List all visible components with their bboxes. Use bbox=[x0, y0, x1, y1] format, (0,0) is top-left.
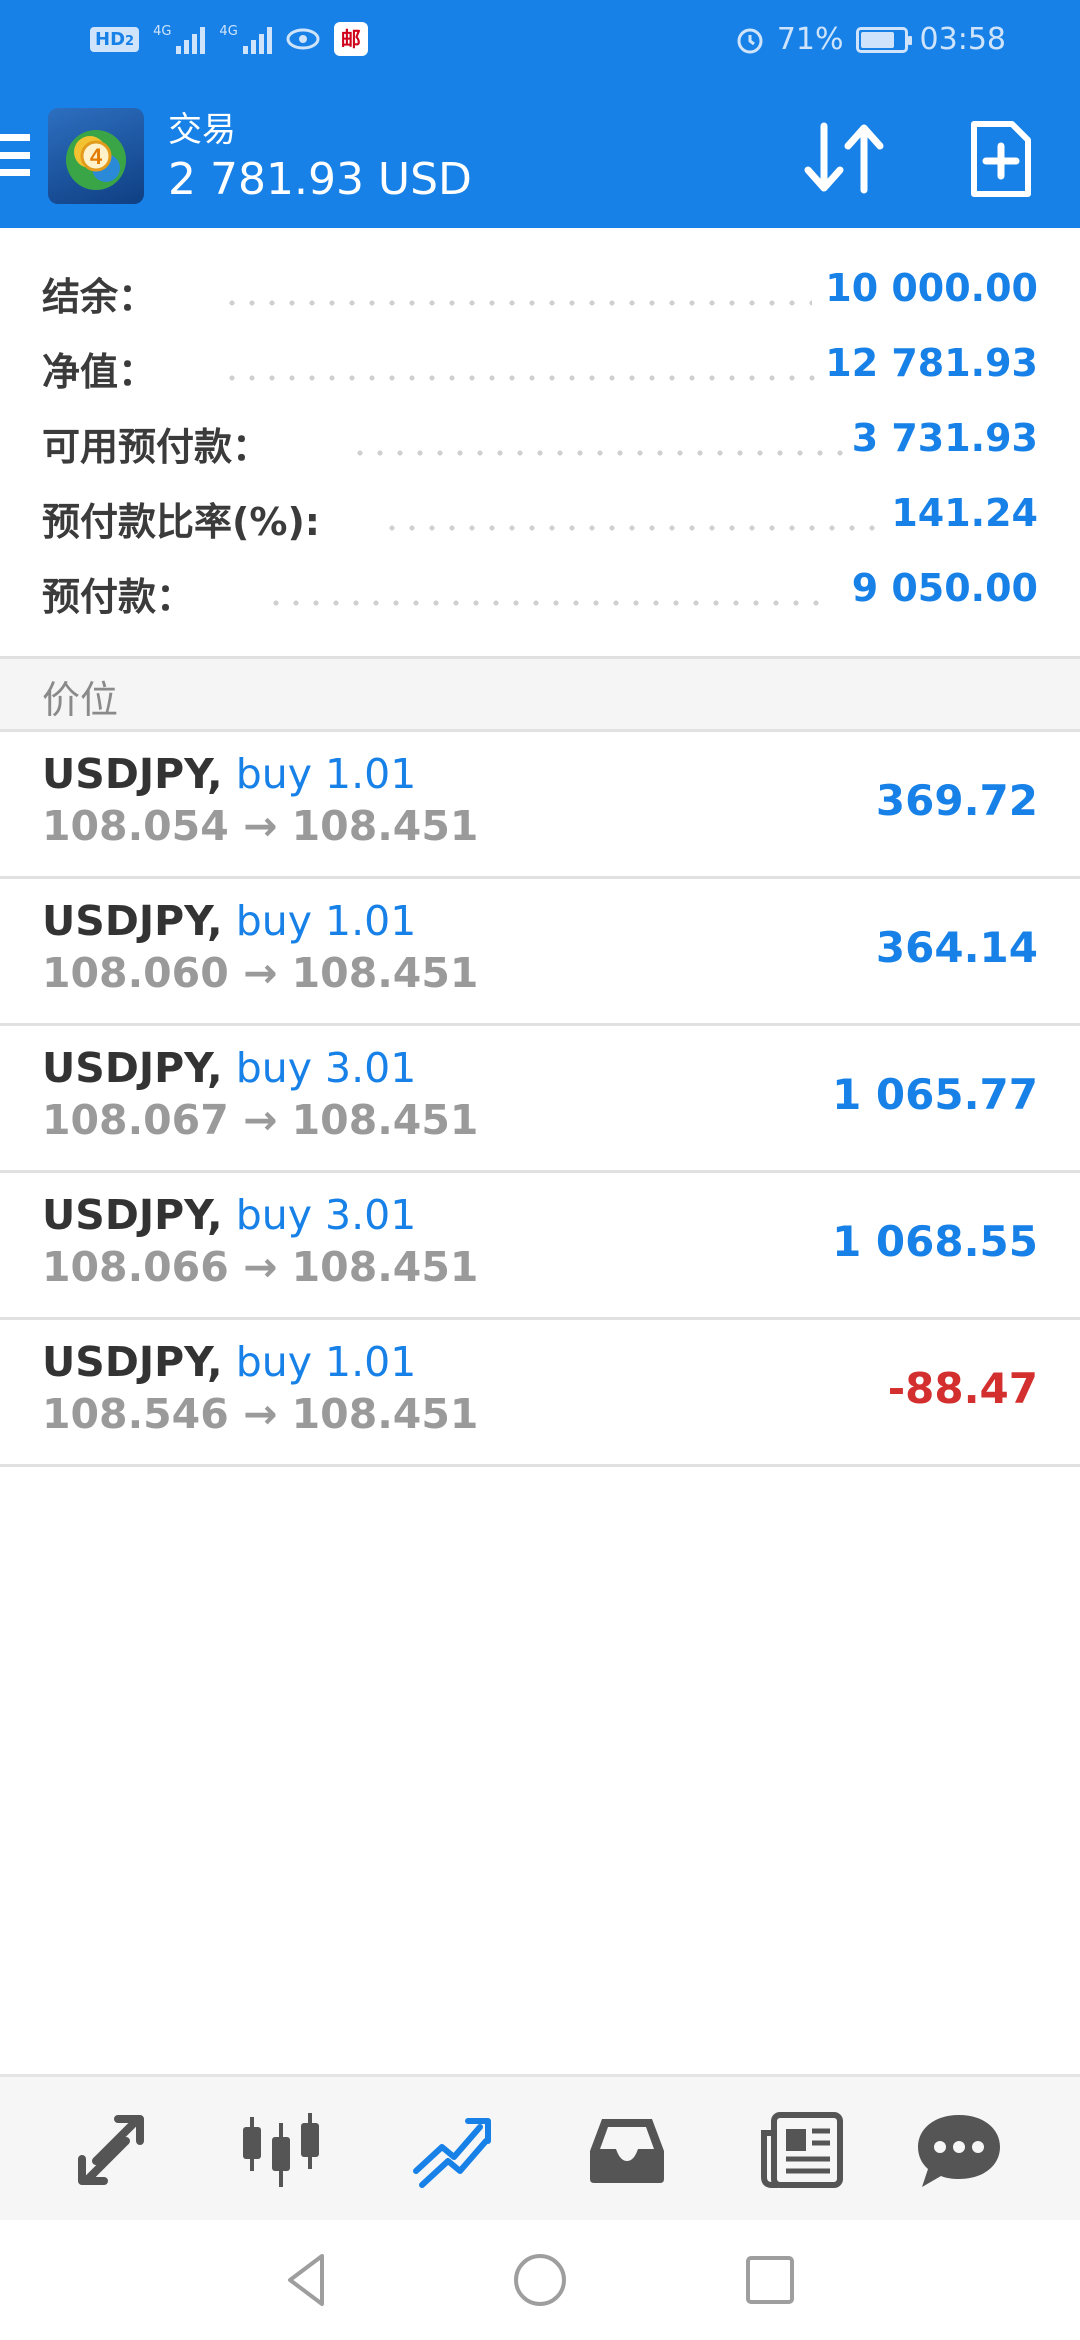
position-type: buy 1.01 bbox=[235, 897, 417, 945]
position-prices: 108.546 → 108.451 bbox=[42, 1390, 479, 1438]
summary-row-equity: 净值： 12 781.93 bbox=[0, 331, 1080, 406]
back-triangle-icon bbox=[288, 2254, 324, 2306]
home-circle-icon bbox=[514, 2254, 566, 2306]
dotted-leader bbox=[222, 300, 812, 306]
position-type: buy 1.01 bbox=[235, 750, 417, 798]
sort-arrows-icon bbox=[804, 122, 884, 194]
mail-app-badge: 邮 bbox=[333, 22, 368, 56]
dotted-leader bbox=[350, 450, 850, 456]
mt4-logo: 4 bbox=[48, 108, 144, 204]
candlestick-chart-icon bbox=[243, 2113, 319, 2187]
positions-list: USDJPY, buy 1.01 108.054 → 108.451 369.7… bbox=[0, 732, 1080, 1467]
status-right: 71% 03:58 bbox=[735, 22, 1006, 57]
summary-row-free-margin: 可用预付款： 3 731.93 bbox=[0, 406, 1080, 481]
position-prices: 108.060 → 108.451 bbox=[42, 949, 479, 997]
position-symbol: USDJPY, bbox=[42, 750, 223, 798]
nav-news[interactable] bbox=[756, 2107, 846, 2193]
signal-icon: 4G bbox=[219, 24, 272, 54]
position-header: USDJPY, buy 3.01 bbox=[42, 1191, 416, 1239]
position-type: buy 1.01 bbox=[235, 1338, 417, 1386]
inbox-icon bbox=[590, 2119, 664, 2183]
app-toolbar: 4 交易 2 781.93 USD bbox=[0, 84, 1080, 228]
trade-trend-icon bbox=[413, 2118, 491, 2188]
nav-chart[interactable] bbox=[236, 2107, 326, 2193]
summary-value: 141.24 bbox=[891, 491, 1038, 535]
summary-label: 结余： bbox=[42, 275, 157, 319]
account-summary: 结余： 10 000.00 净值： 12 781.93 可用预付款： 3 731… bbox=[0, 256, 1080, 631]
position-symbol: USDJPY, bbox=[42, 1044, 223, 1092]
summary-value: 3 731.93 bbox=[851, 416, 1038, 460]
position-profit: 1 068.55 bbox=[832, 1217, 1038, 1266]
system-nav-bar bbox=[0, 2220, 1080, 2340]
signal-tag: 4G bbox=[153, 24, 172, 39]
summary-label: 净值： bbox=[42, 350, 157, 394]
position-profit: 364.14 bbox=[875, 923, 1038, 972]
summary-value: 12 781.93 bbox=[825, 341, 1038, 385]
position-row[interactable]: USDJPY, buy 1.01 108.546 → 108.451 -88.4… bbox=[0, 1320, 1080, 1467]
recents-square-icon bbox=[746, 2256, 794, 2304]
battery-percent: 71% bbox=[776, 22, 844, 57]
nav-history[interactable] bbox=[582, 2107, 672, 2193]
nav-chat[interactable] bbox=[914, 2107, 1004, 2193]
position-type: buy 3.01 bbox=[235, 1044, 417, 1092]
dotted-leader bbox=[266, 600, 826, 606]
position-header: USDJPY, buy 3.01 bbox=[42, 1044, 416, 1092]
clock: 03:58 bbox=[919, 22, 1006, 57]
battery-level bbox=[860, 31, 894, 48]
position-header: USDJPY, buy 1.01 bbox=[42, 897, 416, 945]
position-row[interactable]: USDJPY, buy 1.01 108.060 → 108.451 364.1… bbox=[0, 879, 1080, 1026]
news-icon bbox=[761, 2112, 843, 2188]
position-symbol: USDJPY, bbox=[42, 1338, 223, 1386]
nav-trade[interactable] bbox=[408, 2107, 498, 2193]
recents-button[interactable] bbox=[740, 2250, 800, 2310]
back-button[interactable] bbox=[278, 2250, 338, 2310]
summary-row-margin: 预付款： 9 050.00 bbox=[0, 556, 1080, 631]
account-balance: 2 781.93 USD bbox=[168, 154, 472, 205]
battery-icon bbox=[855, 26, 912, 53]
positions-section-header: 价位 bbox=[0, 656, 1080, 732]
position-prices: 108.067 → 108.451 bbox=[42, 1096, 479, 1144]
svg-text:4: 4 bbox=[90, 144, 103, 169]
eye-icon bbox=[286, 28, 320, 50]
position-prices: 108.066 → 108.451 bbox=[42, 1243, 479, 1291]
new-order-button[interactable] bbox=[968, 120, 1034, 198]
position-symbol: USDJPY, bbox=[42, 1191, 223, 1239]
status-bar: HD2 4G 4G 邮 71% 03:58 bbox=[0, 0, 1080, 84]
summary-label: 预付款： bbox=[42, 575, 195, 619]
section-title: 价位 bbox=[42, 678, 119, 722]
position-header: USDJPY, buy 1.01 bbox=[42, 1338, 416, 1386]
home-button[interactable] bbox=[510, 2250, 570, 2310]
alarm-icon bbox=[737, 28, 763, 53]
nav-quotes[interactable] bbox=[66, 2107, 156, 2193]
position-profit: 1 065.77 bbox=[832, 1070, 1038, 1119]
quotes-arrows-icon bbox=[78, 2115, 144, 2185]
menu-icon[interactable] bbox=[0, 134, 30, 176]
summary-row-balance: 结余： 10 000.00 bbox=[0, 256, 1080, 331]
position-prices: 108.054 → 108.451 bbox=[42, 802, 479, 850]
position-profit: -88.47 bbox=[887, 1364, 1038, 1413]
summary-label: 预付款比率(%): bbox=[42, 500, 321, 544]
position-profit: 369.72 bbox=[875, 776, 1038, 825]
hd-badge: HD2 bbox=[90, 26, 140, 52]
sort-button[interactable] bbox=[796, 120, 892, 196]
position-header: USDJPY, buy 1.01 bbox=[42, 750, 416, 798]
add-document-icon bbox=[971, 121, 1031, 197]
dotted-leader bbox=[222, 375, 818, 381]
signal-icon: 4G bbox=[153, 24, 206, 54]
position-symbol: USDJPY, bbox=[42, 897, 223, 945]
summary-row-margin-level: 预付款比率(%): 141.24 bbox=[0, 481, 1080, 556]
position-type: buy 3.01 bbox=[235, 1191, 417, 1239]
dotted-leader bbox=[382, 525, 882, 531]
position-row[interactable]: USDJPY, buy 1.01 108.054 → 108.451 369.7… bbox=[0, 732, 1080, 879]
summary-value: 10 000.00 bbox=[825, 266, 1038, 310]
bottom-nav bbox=[0, 2074, 1080, 2220]
chat-icon bbox=[918, 2115, 1000, 2187]
status-left: HD2 4G 4G 邮 bbox=[90, 22, 368, 56]
summary-value: 9 050.00 bbox=[851, 566, 1038, 610]
position-row[interactable]: USDJPY, buy 3.01 108.066 → 108.451 1 068… bbox=[0, 1173, 1080, 1320]
page-title: 交易 bbox=[168, 110, 236, 150]
position-row[interactable]: USDJPY, buy 3.01 108.067 → 108.451 1 065… bbox=[0, 1026, 1080, 1173]
signal-tag: 4G bbox=[219, 24, 238, 39]
summary-label: 可用预付款： bbox=[42, 425, 271, 469]
